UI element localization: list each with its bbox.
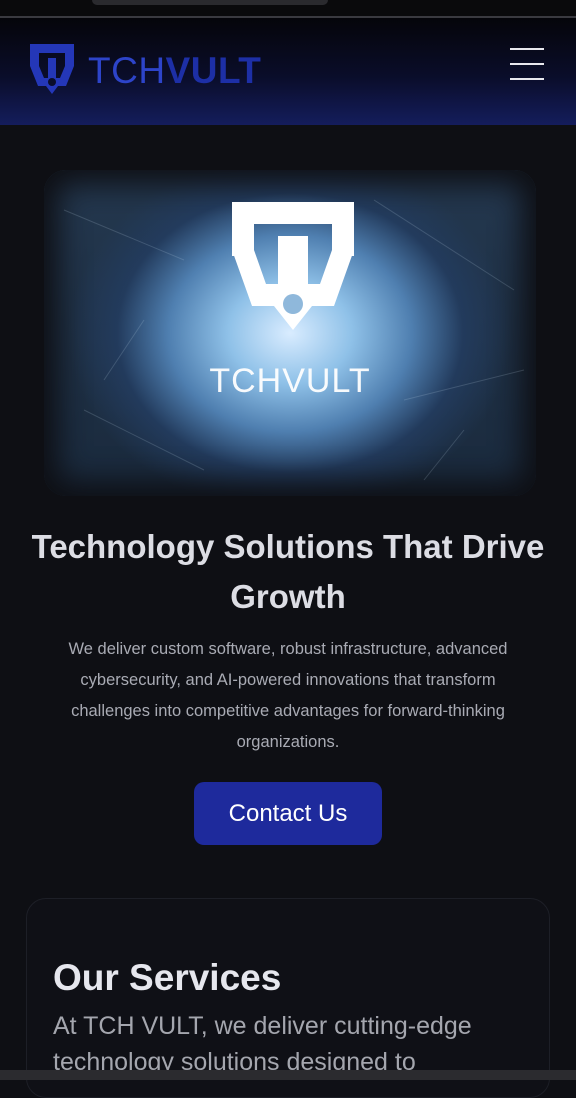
hamburger-menu-icon[interactable] — [506, 46, 546, 82]
hero-logo-mark — [63, 199, 525, 481]
bottom-bar — [0, 1070, 576, 1080]
services-title: Our Services — [53, 957, 282, 998]
contact-us-button[interactable]: Contact Us — [194, 782, 382, 845]
hero-title: Technology Solutions That Drive Growth — [31, 528, 545, 615]
menu-line-middle — [510, 63, 544, 65]
site-header: TCHVULT — [0, 18, 576, 125]
brand-logo[interactable]: TCHVULT — [30, 44, 261, 96]
hero-image-wordmark: TCHVULT — [209, 362, 371, 400]
hero-description: We deliver custom software, robust infra… — [68, 640, 508, 751]
status-pill — [92, 0, 328, 5]
menu-line-top — [510, 48, 544, 50]
menu-line-bottom — [510, 78, 544, 80]
browser-top-bar — [0, 0, 576, 18]
brand-wordmark: TCHVULT — [88, 52, 261, 89]
tchvult-logo-icon — [30, 44, 74, 94]
brand-part-1: TCH — [88, 49, 166, 91]
brand-part-2: VULT — [165, 49, 262, 91]
hero-image: TCHVULT — [44, 170, 536, 496]
